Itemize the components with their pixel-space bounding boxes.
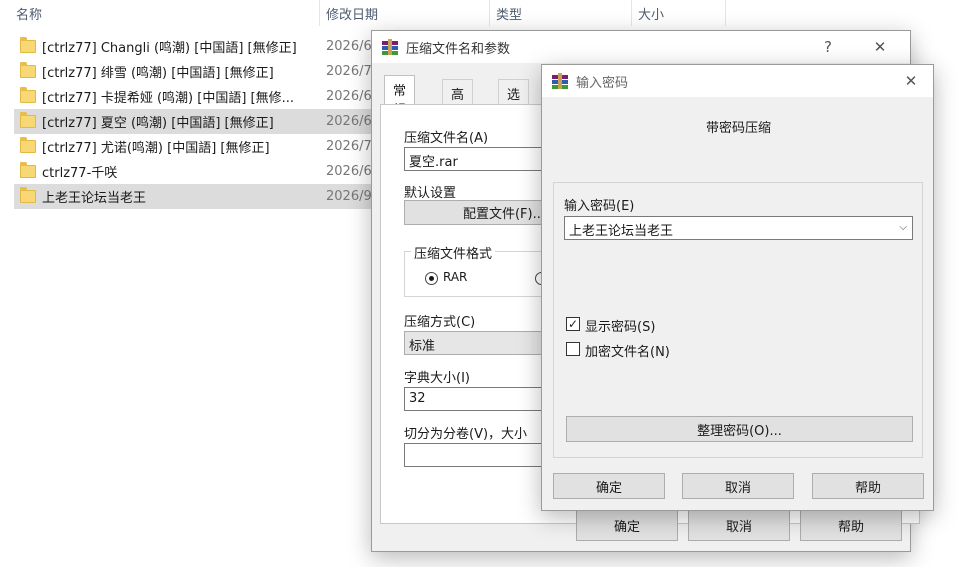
show-password-label: 显示密码(S) (585, 320, 656, 335)
file-row-selected[interactable]: 上老王论坛当老王 2026/9 (14, 184, 376, 209)
file-date: 2026/7 (326, 64, 372, 79)
file-date: 2026/6 (326, 89, 372, 104)
archive-cancel-button[interactable]: 取消 (688, 509, 790, 541)
folder-icon (20, 37, 36, 53)
password-dialog-heading: 带密码压缩 (705, 121, 771, 136)
folder-icon (20, 137, 36, 153)
encrypt-filenames-label: 加密文件名(N) (585, 345, 670, 360)
file-row[interactable]: [ctrlz77] 卡提希娅 (鸣潮) [中国語] [無修... 2026/6 (14, 84, 376, 109)
folder-icon (20, 112, 36, 128)
file-row[interactable]: [ctrlz77] Changli (鸣潮) [中国語] [無修正] 2026/… (14, 34, 376, 59)
folder-icon (20, 87, 36, 103)
password-cancel-button[interactable]: 取消 (682, 473, 794, 499)
file-name: [ctrlz77] 夏空 (鸣潮) [中国語] [無修正] (42, 116, 274, 131)
file-date: 2026/7 (326, 139, 372, 154)
tab-options[interactable]: 选项 (498, 79, 530, 122)
password-ok-button[interactable]: 确定 (553, 473, 665, 499)
password-dialog-titlebar[interactable]: 输入密码 ✕ (542, 65, 933, 97)
password-help-button[interactable]: 帮助 (812, 473, 924, 499)
enter-password-label: 输入密码(E) (564, 199, 635, 214)
archive-name-label: 压缩文件名(A) (404, 131, 489, 146)
split-volumes-label: 切分为分卷(V)，大小 (404, 427, 528, 442)
file-date: 2026/6 (326, 39, 372, 54)
encrypt-filenames-checkbox[interactable] (566, 342, 580, 356)
archive-format-group-title: 压缩文件格式 (411, 243, 496, 262)
password-dialog: 输入密码 ✕ 带密码压缩 输入密码(E) 上老王论坛当老王 ⌵ ✓ 显示密码(S… (541, 64, 934, 511)
chevron-down-icon[interactable]: ⌵ (899, 222, 907, 233)
show-password-checkbox[interactable]: ✓ (566, 317, 580, 331)
help-icon[interactable]: ? (812, 31, 844, 63)
file-name: ctrlz77-千咲 (42, 166, 118, 181)
folder-icon (20, 162, 36, 178)
close-icon[interactable]: ✕ (895, 65, 927, 97)
password-value: 上老王论坛当老王 (569, 224, 674, 239)
password-input[interactable]: 上老王论坛当老王 ⌵ (564, 216, 913, 240)
default-settings-label: 默认设置 (404, 186, 457, 201)
password-dialog-title: 输入密码 (576, 75, 629, 91)
archive-dialog-titlebar[interactable]: 压缩文件名和参数 ? ✕ (372, 31, 910, 63)
column-header-type[interactable]: 类型 (490, 0, 632, 26)
format-rar-radio[interactable] (425, 272, 438, 285)
compression-method-label: 压缩方式(C) (404, 315, 476, 330)
archive-help-button[interactable]: 帮助 (800, 509, 902, 541)
file-row[interactable]: [ctrlz77] 绯雪 (鸣潮) [中国語] [無修正] 2026/7 (14, 59, 376, 84)
organize-passwords-button[interactable]: 整理密码(O)... (566, 416, 913, 442)
folder-icon (20, 62, 36, 78)
file-name: [ctrlz77] 绯雪 (鸣潮) [中国語] [無修正] (42, 66, 274, 81)
dictionary-size-value: 32 (409, 391, 426, 406)
password-group: 输入密码(E) 上老王论坛当老王 ⌵ ✓ 显示密码(S) 加密文件名(N) 整理… (553, 182, 923, 458)
archive-ok-button[interactable]: 确定 (576, 509, 678, 541)
close-icon[interactable]: ✕ (864, 31, 896, 63)
file-name: [ctrlz77] 尤诺(鸣潮) [中国語] [無修正] (42, 141, 270, 156)
file-row[interactable]: [ctrlz77] 尤诺(鸣潮) [中国語] [無修正] 2026/7 (14, 134, 376, 159)
file-date: 2026/9 (326, 189, 372, 204)
winrar-icon (552, 73, 568, 89)
column-header-size[interactable]: 大小 (632, 0, 726, 26)
file-name: 上老王论坛当老王 (42, 191, 147, 206)
tab-general[interactable]: 常规 (384, 75, 416, 118)
file-date: 2026/6 (326, 114, 372, 129)
folder-icon (20, 187, 36, 203)
column-header-date[interactable]: 修改日期 (320, 0, 490, 26)
format-rar-label: RAR (443, 270, 468, 284)
column-header-name[interactable]: 名称 (14, 0, 320, 26)
file-date: 2026/6 (326, 164, 372, 179)
file-row-selected[interactable]: [ctrlz77] 夏空 (鸣潮) [中国語] [無修正] 2026/6 (14, 109, 376, 134)
winrar-icon (382, 39, 398, 55)
dictionary-size-label: 字典大小(I) (404, 371, 470, 386)
file-name: [ctrlz77] 卡提希娅 (鸣潮) [中国語] [無修... (42, 91, 294, 106)
archive-dialog-title: 压缩文件名和参数 (406, 41, 511, 57)
tab-advanced[interactable]: 高级 (442, 79, 474, 122)
file-row[interactable]: ctrlz77-千咲 2026/6 (14, 159, 376, 184)
file-name: [ctrlz77] Changli (鸣潮) [中国語] [無修正] (42, 41, 297, 56)
